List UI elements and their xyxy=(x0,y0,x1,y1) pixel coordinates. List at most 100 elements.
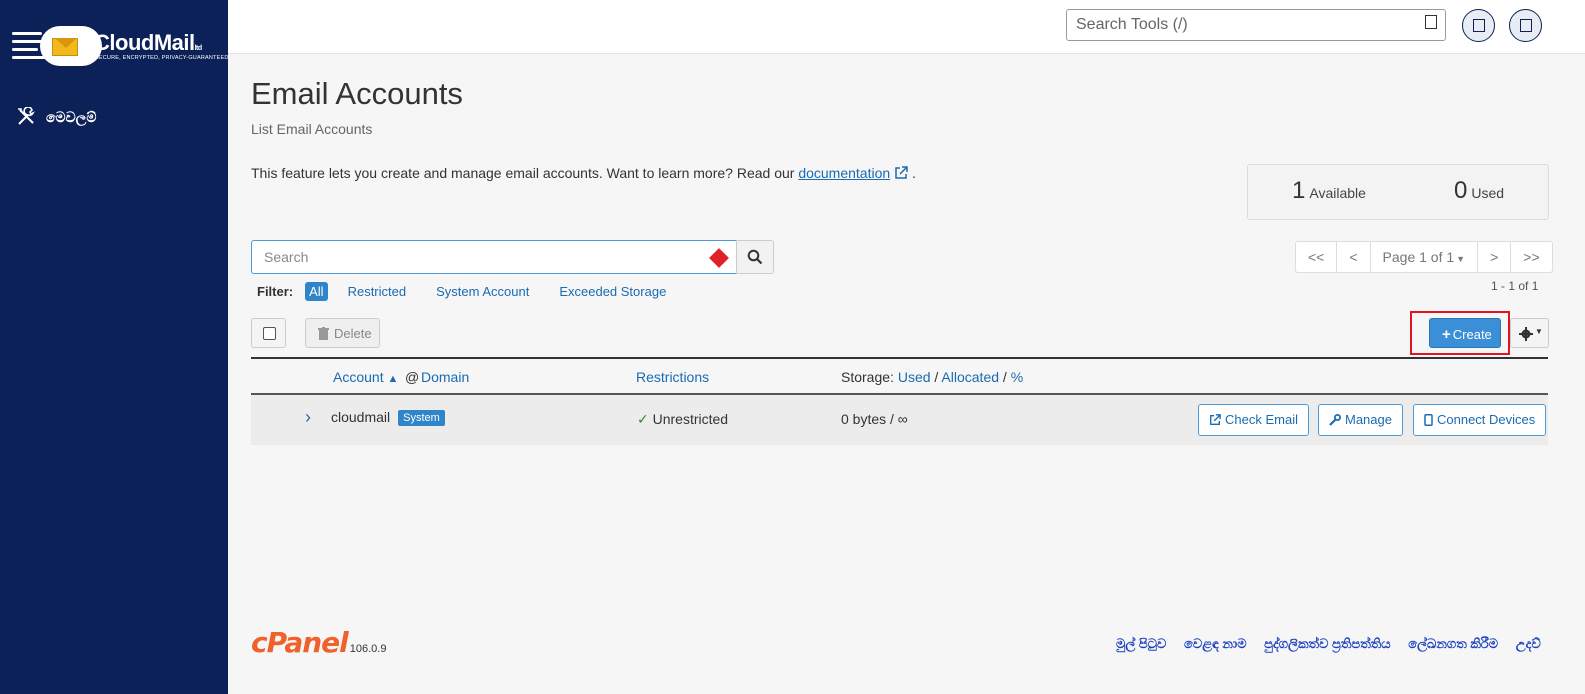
table-header: Account ▲ @ Domain Restrictions Storage:… xyxy=(251,357,1548,395)
external-link-icon xyxy=(1210,414,1221,425)
brand-name: CloudMailltd xyxy=(94,30,202,55)
check-email-label: Check Email xyxy=(1225,412,1298,427)
page-select[interactable]: Page 1 of 1 ▼ xyxy=(1369,241,1479,273)
connect-devices-label: Connect Devices xyxy=(1437,412,1536,427)
gear-icon xyxy=(1519,327,1533,341)
cpanel-logo[interactable]: cPanel 106.0.9 xyxy=(251,626,386,659)
footer-link-home[interactable]: මුල් පිටුව xyxy=(1116,636,1166,651)
cloudmail-logo[interactable]: CloudMailltd SECURE, ENCRYPTED, PRIVACY-… xyxy=(12,24,228,70)
filter-restricted[interactable]: Restricted xyxy=(344,282,411,301)
tools-icon xyxy=(18,107,35,125)
sidebar-item-label: මෙවලම් xyxy=(46,108,97,125)
expand-chevron-icon[interactable]: › xyxy=(305,407,311,428)
square-icon xyxy=(1520,19,1532,32)
shortcut-icon xyxy=(1425,15,1437,29)
caret-down-icon: ▼ xyxy=(1456,254,1466,264)
connect-devices-button[interactable]: Connect Devices xyxy=(1413,404,1547,436)
manage-label: Manage xyxy=(1345,412,1392,427)
sort-allocated[interactable]: Allocated xyxy=(941,369,999,385)
sidebar: CloudMailltd SECURE, ENCRYPTED, PRIVACY-… xyxy=(0,0,228,694)
used-label: Used xyxy=(1471,185,1505,201)
sort-used[interactable]: Used xyxy=(898,369,931,385)
prev-page-button[interactable]: < xyxy=(1336,241,1371,273)
account-search-input[interactable]: Search xyxy=(251,240,737,274)
restrictions-header[interactable]: Restrictions xyxy=(636,369,709,385)
plus-icon: + xyxy=(1442,326,1451,343)
filter-system-account[interactable]: System Account xyxy=(432,282,533,301)
intro-end: . xyxy=(911,165,916,181)
user-menu-button[interactable] xyxy=(1509,9,1542,42)
sort-domain-header[interactable]: Domain xyxy=(421,369,469,385)
documentation-link[interactable]: documentation xyxy=(798,165,890,181)
top-bar: Search Tools (/) xyxy=(228,0,1585,54)
manage-button[interactable]: Manage xyxy=(1318,404,1403,436)
filter-label: Filter: xyxy=(257,284,294,299)
footer-links: මුල් පිටුව වෙළඳ නාම පුද්ගලිකත්ව ප්‍රතිපත… xyxy=(1116,636,1555,652)
page-subtitle: List Email Accounts xyxy=(251,121,373,137)
caret-down-icon: ▼ xyxy=(1535,327,1543,336)
cpanel-wordmark: cPanel xyxy=(251,626,349,659)
select-all-checkbox[interactable] xyxy=(251,318,286,348)
available-label: Available xyxy=(1309,185,1366,201)
page-select-label: Page 1 of 1 xyxy=(1382,249,1455,265)
available-count: 1 xyxy=(1292,177,1306,204)
notifications-button[interactable] xyxy=(1462,9,1495,42)
table-row: › cloudmail System ✓ Unrestricted 0 bytes… xyxy=(251,395,1548,445)
storage-value: 0 bytes / ∞ xyxy=(841,411,908,427)
account-cell: cloudmail System xyxy=(331,409,445,426)
accounts-table: Account ▲ @ Domain Restrictions Storage:… xyxy=(251,357,1548,445)
first-page-button[interactable]: << xyxy=(1295,241,1338,273)
last-page-button[interactable]: >> xyxy=(1510,241,1553,273)
sort-percent[interactable]: % xyxy=(1011,369,1023,385)
storage-header: Storage: Used / Allocated / % xyxy=(841,369,1024,385)
sort-up-icon: ▲ xyxy=(387,373,399,385)
wrench-icon xyxy=(1329,414,1341,426)
available-stat: 1 Available xyxy=(1292,177,1366,205)
lastpass-diamond-icon[interactable] xyxy=(709,248,729,268)
account-name: cloudmail xyxy=(331,409,391,425)
sidebar-item-tools[interactable]: මෙවලම් xyxy=(16,106,96,128)
results-range: 1 - 1 of 1 xyxy=(1491,279,1539,293)
next-page-button[interactable]: > xyxy=(1477,241,1512,273)
account-header-label: Account xyxy=(333,369,384,385)
trash-icon xyxy=(318,327,329,340)
restriction-cell: ✓ Unrestricted xyxy=(637,411,728,428)
system-badge: System xyxy=(398,410,445,426)
filter-all[interactable]: All xyxy=(305,282,328,301)
mobile-device-icon xyxy=(1424,414,1433,426)
delete-button[interactable]: Delete xyxy=(305,318,380,348)
check-icon: ✓ xyxy=(637,411,649,427)
page-title: Email Accounts xyxy=(251,76,463,111)
pagination: << < Page 1 of 1 ▼ > >> xyxy=(1295,241,1553,273)
search-icon xyxy=(747,249,763,265)
search-tools-placeholder: Search Tools (/) xyxy=(1076,16,1188,33)
checkbox-box xyxy=(263,327,276,340)
search-placeholder: Search xyxy=(264,249,309,265)
account-stats: 1 Available 0 Used xyxy=(1247,164,1549,220)
sort-account-header[interactable]: Account ▲ xyxy=(333,369,398,385)
footer-link-trademarks[interactable]: වෙළඳ නාම xyxy=(1184,636,1247,651)
cpanel-version: 106.0.9 xyxy=(349,643,387,655)
external-link-icon xyxy=(895,166,908,179)
footer-link-documentation[interactable]: ලේඛනගත කිරීම xyxy=(1408,636,1498,651)
footer-link-help[interactable]: උදව් xyxy=(1516,636,1541,651)
used-stat: 0 Used xyxy=(1454,177,1504,205)
filter-exceeded-storage[interactable]: Exceeded Storage xyxy=(555,282,670,301)
used-count: 0 xyxy=(1454,177,1468,204)
intro-text: This feature lets you create and manage … xyxy=(251,165,916,181)
brand-tagline: SECURE, ENCRYPTED, PRIVACY-GUARANTEED xyxy=(95,55,229,61)
storage-prefix: Storage: xyxy=(841,369,894,385)
create-button[interactable]: + Create xyxy=(1429,318,1501,348)
restriction-value: Unrestricted xyxy=(652,411,729,427)
search-button[interactable] xyxy=(736,240,774,274)
intro-sentence: This feature lets you create and manage … xyxy=(251,165,799,181)
delete-label: Delete xyxy=(334,326,372,341)
at-sign: @ xyxy=(405,369,420,385)
create-label: Create xyxy=(1452,327,1492,342)
check-email-button[interactable]: Check Email xyxy=(1198,404,1309,436)
settings-dropdown-button[interactable]: ▼ xyxy=(1510,318,1549,348)
envelope-icon xyxy=(52,38,78,56)
square-icon xyxy=(1473,19,1485,32)
search-tools-input[interactable]: Search Tools (/) xyxy=(1066,9,1446,41)
footer-link-privacy[interactable]: පුද්ගලිකත්ව ප්‍රතිපත්තිය xyxy=(1264,636,1390,651)
